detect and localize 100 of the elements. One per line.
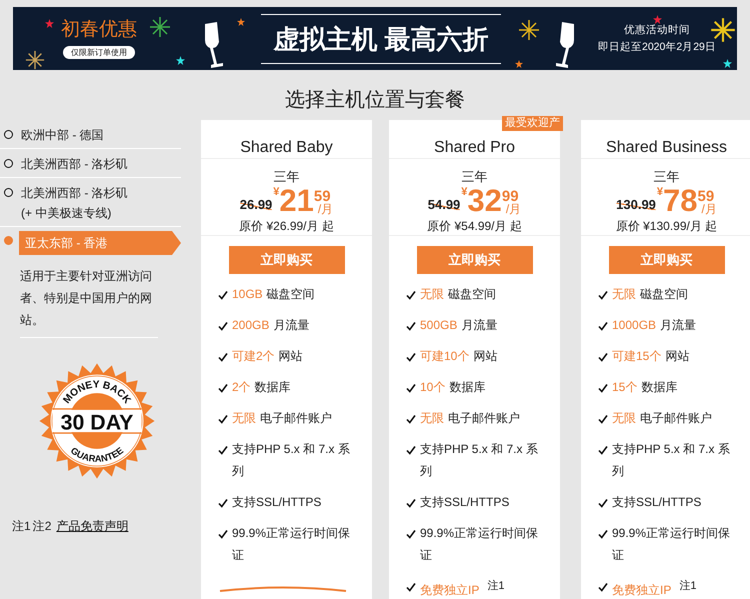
feature-value: 10个 [420,380,446,394]
check-icon [406,290,416,300]
feature-value: 200GB [232,318,270,332]
footnote-mark: 注1 [487,580,504,592]
check-icon [598,290,608,300]
check-icon [218,321,228,331]
period-label: 优惠活动时间 [624,23,690,37]
price-integer: 21 [279,186,314,216]
check-icon [598,498,608,508]
currency-sign: ¥ [656,186,664,198]
original-price: 原价 ¥54.99/月 起 [427,218,522,235]
original-price: 原价 ¥26.99/月 起 [239,218,334,235]
feature-value: 无限 [420,411,444,425]
check-icon [218,352,228,362]
feature-value: 可建15个 [612,349,662,363]
feature-text: 支持PHP 5.x 和 7.x 系列 [420,442,538,478]
feature-text: 磁盘空间 [448,287,496,301]
feature-text: 月流量 [660,318,696,332]
feature-text: 电子邮件账户 [448,411,520,425]
feature-text: 99.9%正常运行时间保证 [232,526,350,562]
period-dates: 即日起至2020年2月29日 [598,40,716,54]
check-icon [406,352,416,362]
price-decimals: 99 [502,190,520,203]
feature-text: 月流量 [273,318,310,332]
price-decimals: 59 [314,190,332,203]
feature-text: 数据库 [254,380,291,394]
note-label: 注2 [32,518,52,535]
plan-term: 三年 [654,168,680,186]
star-icon [653,15,662,24]
check-icon [598,445,608,455]
feature-value: 免费独立IP [612,583,672,597]
star-icon [176,56,185,65]
plan-name: Shared Baby [240,139,333,157]
page-title: 选择主机位置与套餐 [284,88,466,113]
plan-name: Shared Business [606,139,727,157]
check-icon [406,529,416,539]
location-option[interactable]: 北美洲西部 - 洛杉矶 [0,149,181,178]
feature-text: 支持SSL/HTTPS [612,495,702,509]
location-option[interactable]: 北美洲西部 - 洛杉矶 (+ 中美极速专线) [0,178,181,227]
feature-value: 1000GB [612,318,656,332]
feature-text: 网站 [278,349,303,363]
feature-text: 磁盘空间 [640,287,688,301]
feature-text: 网站 [473,349,498,363]
feature-text: 支持PHP 5.x 和 7.x 系列 [612,442,730,478]
banner-headline: 虚拟主机 最高六折 [273,22,489,56]
feature-value: 2个 [232,380,251,394]
check-icon [406,383,416,393]
feature-text: 数据库 [641,380,678,394]
price-integer: 32 [467,186,502,216]
currency-sign: ¥ [461,186,468,198]
firework-icon [518,19,540,41]
price-period: /月 [700,203,717,216]
feature-value: 无限 [420,287,444,301]
feature-text: 月流量 [461,318,498,332]
feature-text: 电子邮件账户 [260,411,332,425]
feature-text: 99.9%正常运行时间保证 [420,526,538,562]
feature-text: 支持PHP 5.x 和 7.x 系列 [232,442,350,478]
star-icon [237,18,245,26]
disclaimer-link[interactable]: 产品免责声明 [56,518,128,535]
location-description: 适用于主要针对亚洲访问者、特别是中国用户的网站。 [20,265,158,338]
promo-note: 仅限新订单使用 [63,46,135,59]
check-icon [406,498,416,508]
feature-text: 网站 [665,349,690,363]
firework-icon [149,16,171,38]
plan-term: 三年 [462,168,488,186]
feature-text: 支持SSL/HTTPS [420,495,510,509]
feature-value: 500GB [420,318,458,332]
feature-value: 免费独立IP [420,583,480,597]
feature-text: 电子邮件账户 [640,411,712,425]
check-icon [218,498,228,508]
footnote-mark: 注1 [679,580,696,592]
check-icon [406,582,416,592]
feature-value: 可建10个 [420,349,470,363]
firework-icon [710,17,736,43]
currency-sign: ¥ [273,186,280,198]
star-icon [515,60,523,68]
check-icon [406,321,416,331]
feature-value: 无限 [612,287,636,301]
star-icon [45,19,54,28]
feature-text: 99.9%正常运行时间保证 [612,526,730,562]
firework-icon [25,50,45,70]
check-icon [406,445,416,455]
note-label: 注1 [12,518,31,535]
check-icon [218,383,228,393]
feature-value: 无限 [232,411,256,425]
plan-name: Shared Pro [434,139,515,157]
promo-title: 初春优惠 [61,18,137,42]
check-icon [218,529,228,539]
check-icon [598,383,608,393]
feature-value: 无限 [612,411,636,425]
check-icon [598,352,608,362]
check-icon [218,414,228,424]
price-period: /月 [316,203,334,216]
location-option[interactable]: 欧洲中部 - 德国 [0,120,181,149]
check-icon [598,321,608,331]
feature-text: 磁盘空间 [266,287,315,301]
feature-text: 支持SSL/HTTPS [232,495,322,509]
plan-term: 三年 [274,168,300,186]
check-icon [218,290,228,300]
popular-ribbon: 最受欢迎产 [502,116,563,131]
